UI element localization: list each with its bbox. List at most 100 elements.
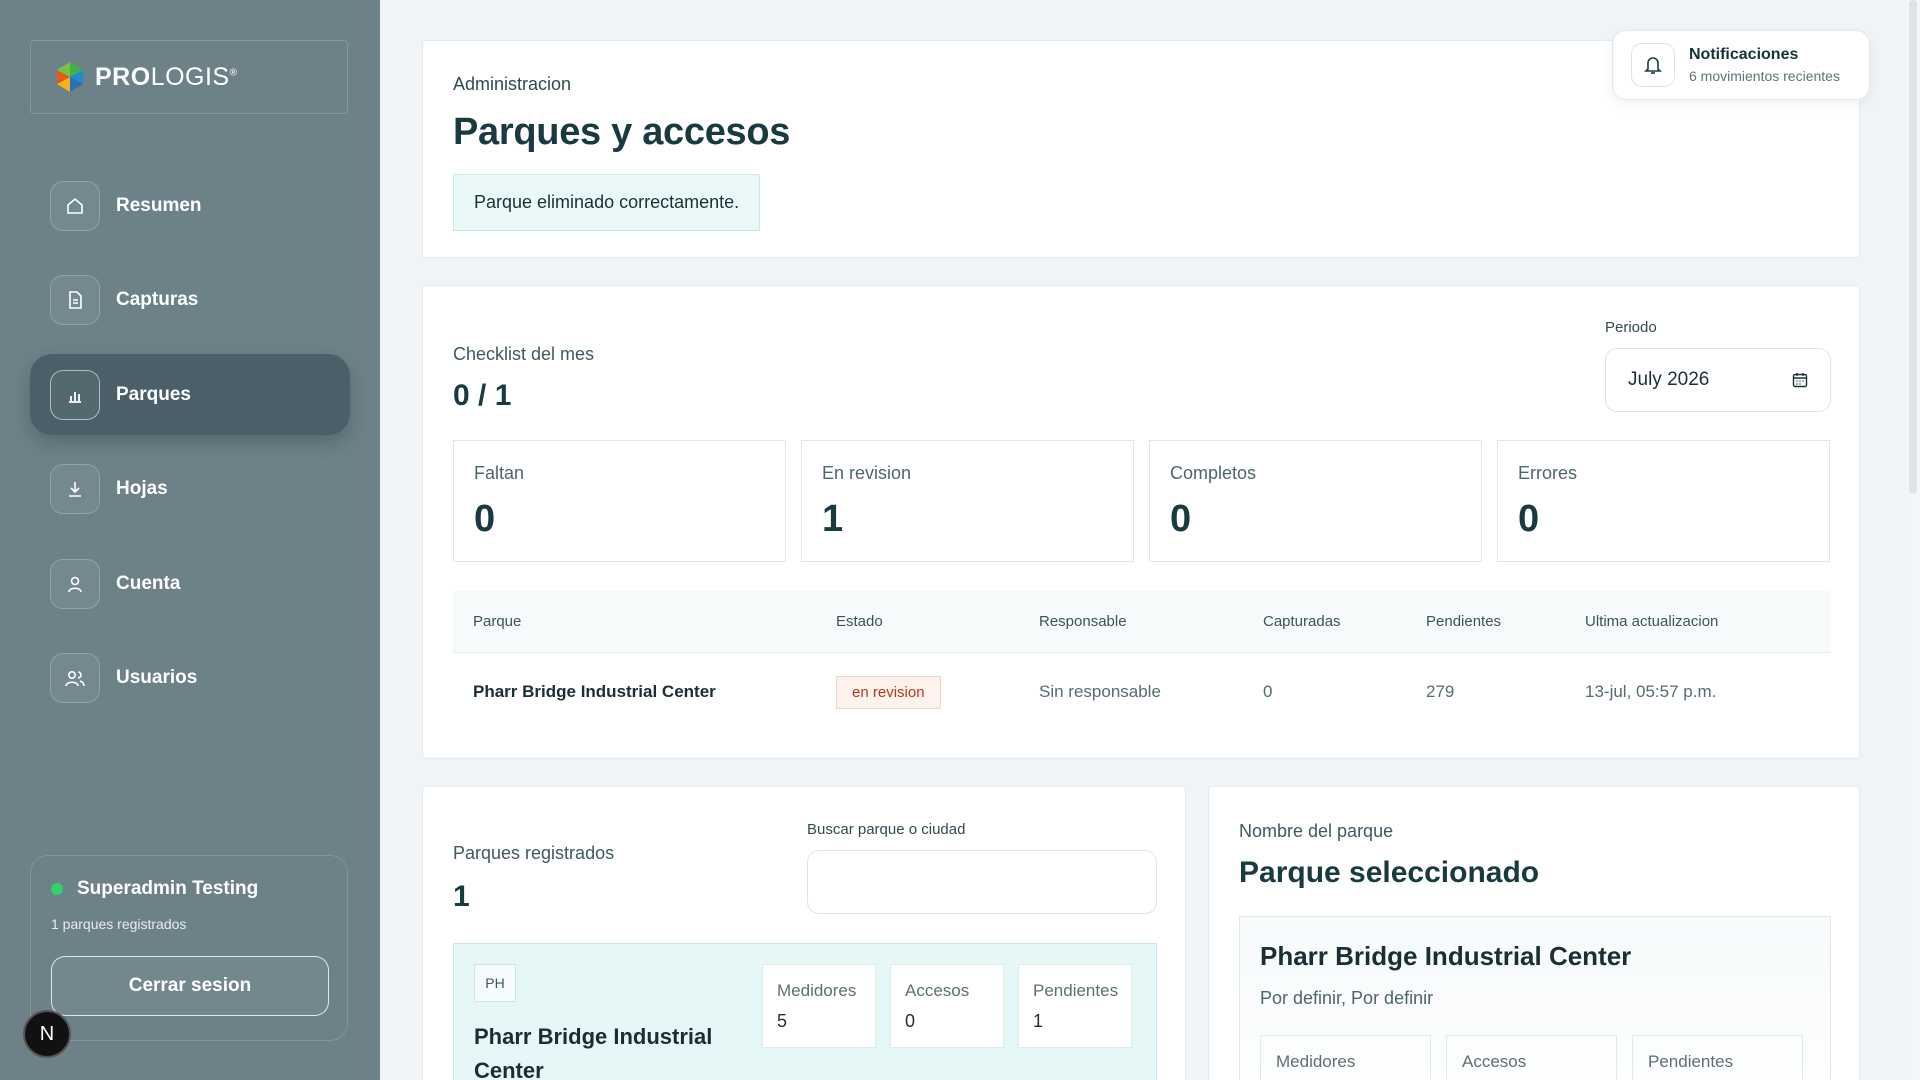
- park-stat-accesos: Accesos 0: [890, 964, 1004, 1048]
- cell-responsable: Sin responsable: [1039, 682, 1161, 701]
- column-header-pendientes[interactable]: Pendientes: [1426, 613, 1585, 630]
- sidebar-item-label: Cuenta: [116, 572, 181, 594]
- stat-label: Errores: [1518, 463, 1578, 483]
- sidebar-item-label: Capturas: [116, 289, 199, 310]
- logout-button[interactable]: Cerrar sesion: [51, 956, 329, 1016]
- park-stat-medidores: Medidores 5: [762, 964, 876, 1048]
- calendar-icon[interactable]: [1792, 372, 1808, 388]
- cell-pendientes: 279: [1426, 682, 1455, 701]
- stat-value: 1: [822, 498, 844, 540]
- cell-estado: en revision: [836, 675, 1039, 709]
- stat-value: 0: [474, 498, 496, 540]
- park-name: Pharr Bridge Industrial Center: [474, 1024, 713, 1080]
- selected-park-details: Pharr Bridge Industrial Center Por defin…: [1239, 916, 1831, 1080]
- stat-label: Pendientes: [1033, 981, 1119, 1000]
- park-stat-pendientes: Pendientes 1: [1018, 964, 1132, 1048]
- stat-label: Faltan: [474, 463, 525, 483]
- stat-en-revision: En revision 1: [801, 440, 1134, 562]
- registered-parks-card: Parques registrados 1 Buscar parque o ci…: [422, 786, 1186, 1080]
- column-header-parque[interactable]: Parque: [453, 613, 836, 630]
- notifications-subtitle: 6 movimientos recientes: [1689, 68, 1840, 84]
- selected-park-name: Pharr Bridge Industrial Center: [1260, 941, 1632, 971]
- users-icon: [50, 653, 100, 703]
- cell-actualizacion: 13-jul, 05:57 p.m.: [1585, 682, 1717, 701]
- scrollbar[interactable]: [1906, 0, 1920, 1080]
- checklist-table: Parque Estado Responsable Capturadas Pen…: [453, 591, 1831, 731]
- table-header: Parque Estado Responsable Capturadas Pen…: [453, 591, 1831, 653]
- user-card: Superadmin Testing 1 parques registrados…: [30, 855, 348, 1041]
- stat-errores: Errores 0: [1497, 440, 1830, 562]
- selected-stat-pendientes: Pendientes: [1632, 1035, 1803, 1080]
- column-header-capturadas[interactable]: Capturadas: [1263, 613, 1426, 630]
- stat-label: En revision: [822, 463, 912, 483]
- sidebar-item-cuenta[interactable]: Cuenta: [30, 543, 350, 624]
- registered-label: Parques registrados: [453, 843, 615, 863]
- period-picker: Periodo July 2026: [1605, 319, 1831, 412]
- stat-label: Accesos: [905, 981, 970, 1000]
- document-icon: [50, 275, 100, 325]
- stat-label: Medidores: [777, 981, 857, 1000]
- stat-value: 5: [777, 1011, 788, 1031]
- scrollbar-thumb[interactable]: [1909, 0, 1917, 494]
- home-icon: [50, 180, 100, 231]
- park-initials-badge: PH: [474, 964, 516, 1002]
- park-search: Buscar parque o ciudad: [807, 821, 1157, 914]
- checklist-stats: Faltan 0 En revision 1 Completos 0 Error…: [453, 440, 1830, 562]
- stat-value: 0: [1170, 498, 1192, 540]
- sidebar-item-label: Hojas: [116, 478, 168, 499]
- registered-count: 1: [453, 880, 470, 913]
- stat-value: 0: [1518, 498, 1540, 540]
- period-input[interactable]: July 2026: [1605, 348, 1831, 412]
- park-stats: Medidores 5 Accesos 0 Pendientes 1: [762, 964, 1132, 1048]
- sidebar-item-label: Resumen: [116, 194, 202, 216]
- column-header-responsable[interactable]: Responsable: [1039, 613, 1263, 630]
- prologis-logo-icon: [57, 62, 83, 92]
- selected-stat-accesos: Accesos: [1446, 1035, 1617, 1080]
- search-label: Buscar parque o ciudad: [807, 821, 966, 838]
- sidebar-item-hojas[interactable]: Hojas: [30, 449, 350, 530]
- period-value: July 2026: [1628, 369, 1710, 390]
- page-title: Parques y accesos: [453, 111, 791, 153]
- sidebar-item-parques[interactable]: Parques: [30, 354, 350, 435]
- bar-chart-icon: [50, 369, 100, 420]
- notifications-title: Notificaciones: [1689, 46, 1799, 63]
- selected-park-label: Nombre del parque: [1239, 821, 1394, 841]
- status-badge: en revision: [836, 675, 941, 709]
- stat-completos: Completos 0: [1149, 440, 1482, 562]
- bell-icon: [1631, 43, 1675, 87]
- sidebar-item-label: Usuarios: [116, 667, 198, 688]
- selected-park-title: Parque seleccionado: [1239, 856, 1540, 889]
- nextjs-badge[interactable]: N: [23, 1010, 71, 1058]
- column-header-estado[interactable]: Estado: [836, 613, 1039, 630]
- sidebar-item-resumen[interactable]: Resumen: [30, 165, 350, 246]
- stat-faltan: Faltan 0: [453, 440, 786, 562]
- selected-park-stats: Medidores Accesos Pendientes: [1260, 1035, 1810, 1080]
- table-row[interactable]: Pharr Bridge Industrial Center en revisi…: [453, 653, 1831, 731]
- checklist-value: 0 / 1: [453, 379, 512, 412]
- sidebar-nav: Resumen Capturas Parques Hojas Cuenta Us…: [30, 165, 350, 732]
- stat-label: Completos: [1170, 463, 1257, 483]
- period-label: Periodo: [1605, 319, 1657, 336]
- online-status-dot: [51, 883, 63, 895]
- checklist-label: Checklist del mes: [453, 344, 595, 364]
- stat-value: 1: [1033, 1011, 1044, 1031]
- selected-park-card: Nombre del parque Parque seleccionado Ph…: [1208, 786, 1860, 1080]
- sidebar-item-capturas[interactable]: Capturas: [30, 260, 350, 341]
- column-header-actualizacion[interactable]: Ultima actualizacion: [1585, 613, 1831, 630]
- success-alert: Parque eliminado correctamente.: [453, 174, 761, 231]
- park-list-item[interactable]: PH Pharr Bridge Industrial Center Medido…: [453, 943, 1157, 1080]
- user-icon: [50, 558, 100, 609]
- search-input[interactable]: [807, 850, 1157, 914]
- checklist-card: Checklist del mes 0 / 1 Periodo July 202…: [422, 285, 1860, 759]
- cell-capturadas: 0: [1263, 682, 1273, 701]
- user-subtitle: 1 parques registrados: [51, 916, 187, 932]
- sidebar: PROLOGIS® Resumen Capturas Parques Hojas…: [0, 0, 380, 1080]
- notifications-panel[interactable]: Notificaciones 6 movimientos recientes: [1612, 30, 1870, 100]
- brand-logo[interactable]: PROLOGIS®: [30, 40, 348, 114]
- brand-name: PROLOGIS®: [95, 62, 238, 91]
- sidebar-item-label: Parques: [116, 383, 191, 405]
- selected-park-location: Por definir, Por definir: [1260, 988, 1434, 1008]
- download-icon: [50, 464, 100, 514]
- user-name: Superadmin Testing: [77, 878, 259, 899]
- sidebar-item-usuarios[interactable]: Usuarios: [30, 638, 350, 719]
